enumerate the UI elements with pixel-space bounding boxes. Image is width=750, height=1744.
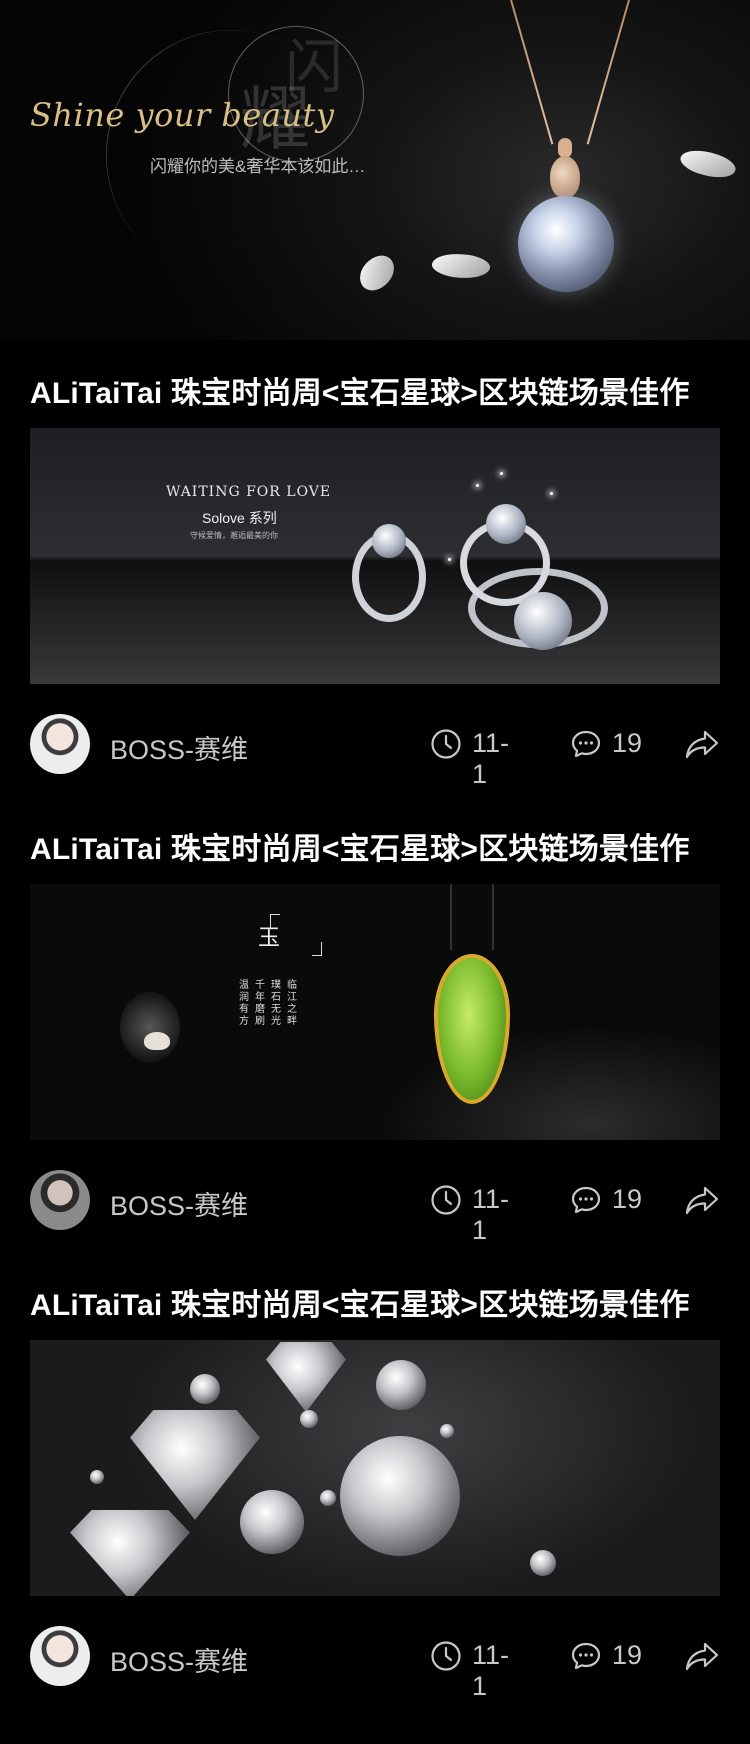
ring-stone xyxy=(514,592,572,650)
comment-bubble-icon[interactable] xyxy=(570,728,602,760)
hero-script-text: Shine your beauty xyxy=(30,96,335,134)
sparkle xyxy=(476,484,479,487)
image-heading: 玉 xyxy=(258,926,281,951)
diamond xyxy=(90,1470,104,1484)
petal xyxy=(430,250,492,282)
author-name[interactable]: BOSS-赛维 xyxy=(110,1640,248,1679)
necklace-gem xyxy=(518,196,614,292)
diamond xyxy=(190,1374,220,1404)
diamond xyxy=(300,1410,318,1428)
date-text: 11-1 xyxy=(472,1640,510,1701)
diamond xyxy=(530,1550,556,1576)
article-meta: BOSS-赛维 11-1 19 xyxy=(30,714,720,789)
necklace-chain-left xyxy=(510,0,554,145)
date-text: 11-1 xyxy=(472,728,510,789)
diamond xyxy=(320,1490,336,1506)
avatar[interactable] xyxy=(30,1170,90,1230)
vertical-text: 温润有方 xyxy=(239,980,249,1027)
diamond xyxy=(70,1510,190,1596)
clock-icon xyxy=(431,1185,461,1215)
necklace-drop xyxy=(550,156,580,198)
avatar[interactable] xyxy=(30,1626,90,1686)
lotus-leaf xyxy=(120,992,180,1062)
date-text: 11-1 xyxy=(472,1184,510,1245)
article-image[interactable] xyxy=(30,1340,720,1596)
vertical-text: 璞石无光 xyxy=(271,980,281,1027)
diamond xyxy=(340,1436,460,1556)
author-name[interactable]: BOSS-赛维 xyxy=(110,728,248,767)
share-arrow-icon[interactable] xyxy=(684,1638,720,1674)
author-name[interactable]: BOSS-赛维 xyxy=(110,1184,248,1223)
comment-count: 19 xyxy=(612,728,643,758)
article-title[interactable]: ALiTaiTai 珠宝时尚周<宝石星球>区块链场景佳作 xyxy=(30,368,690,412)
corner-bracket xyxy=(312,942,322,956)
diamond xyxy=(240,1490,304,1554)
comment-count: 19 xyxy=(612,1184,643,1214)
hero-tagline: 闪耀你的美&奢华本该如此… xyxy=(150,157,366,176)
comment-count: 19 xyxy=(612,1640,643,1670)
article-title[interactable]: ALiTaiTai 珠宝时尚周<宝石星球>区块链场景佳作 xyxy=(30,824,690,868)
necklace-chain-right xyxy=(586,0,630,145)
vertical-text: 临江之畔 xyxy=(287,980,297,1027)
article-meta: BOSS-赛维 11-1 19 xyxy=(30,1170,720,1245)
hero-banner[interactable]: 闪 耀 Shine your beauty 闪耀你的美&奢华本该如此… xyxy=(0,0,750,340)
sparkle xyxy=(500,472,503,475)
lotus-flower xyxy=(144,1032,170,1050)
vertical-text: 千年磨刷 xyxy=(255,980,265,1027)
comment-bubble-icon[interactable] xyxy=(570,1640,602,1672)
necklace-bail xyxy=(558,138,572,158)
ring-stone xyxy=(372,524,406,558)
clock-icon xyxy=(431,1641,461,1671)
petal xyxy=(353,250,401,296)
article-meta: BOSS-赛维 11-1 19 xyxy=(30,1626,720,1701)
diamond xyxy=(440,1424,454,1438)
comment-bubble-icon[interactable] xyxy=(570,1184,602,1216)
diamond xyxy=(130,1410,260,1520)
clock-icon xyxy=(431,729,461,759)
jade-pendant xyxy=(434,954,510,1104)
image-caption-line1: WAITING FOR LOVE xyxy=(166,484,332,500)
image-caption-line2: Solove 系列 xyxy=(202,510,277,526)
diamond xyxy=(376,1360,426,1410)
sparkle xyxy=(448,558,451,561)
image-caption-line3: 守候爱情，邂逅最美的你 xyxy=(190,531,278,540)
share-arrow-icon[interactable] xyxy=(684,1182,720,1218)
share-arrow-icon[interactable] xyxy=(684,726,720,762)
article-image[interactable]: WAITING FOR LOVE Solove 系列 守候爱情，邂逅最美的你 xyxy=(30,428,720,684)
diamond xyxy=(266,1342,346,1412)
ring-stone xyxy=(486,504,526,544)
pendant-cord xyxy=(450,884,494,950)
article-image[interactable]: 玉 临江之畔 璞石无光 千年磨刷 温润有方 xyxy=(30,884,720,1140)
avatar[interactable] xyxy=(30,714,90,774)
article-title[interactable]: ALiTaiTai 珠宝时尚周<宝石星球>区块链场景佳作 xyxy=(30,1280,690,1324)
sparkle xyxy=(550,492,553,495)
petal xyxy=(677,143,739,185)
